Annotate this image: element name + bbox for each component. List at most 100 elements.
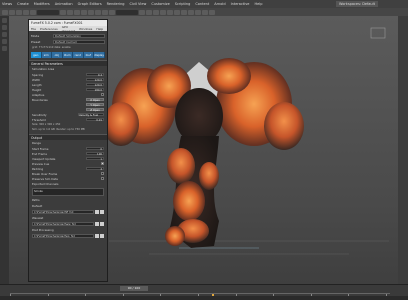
exported-channels-label: Exported Channels <box>32 182 59 186</box>
filter-icon[interactable] <box>2 32 7 37</box>
param-value[interactable]: 120.0 <box>86 82 104 87</box>
select-by-name-icon[interactable] <box>67 9 73 15</box>
menu-animation[interactable]: Animation <box>55 0 73 8</box>
layer-icon[interactable] <box>181 9 187 15</box>
panel-menu-windows[interactable]: Windows <box>79 27 92 31</box>
reference-coord-dropdown[interactable] <box>116 9 138 15</box>
status-bar <box>0 296 408 300</box>
curve-editor-icon[interactable] <box>188 9 194 15</box>
tab-illum[interactable]: illum <box>62 52 74 58</box>
tab-ibuf[interactable]: ibuf <box>83 52 95 58</box>
browse-icon[interactable] <box>100 222 104 226</box>
sort-icon[interactable] <box>2 39 7 44</box>
move-icon[interactable] <box>88 9 94 15</box>
tab-gen[interactable]: gen <box>31 52 42 58</box>
rect-select-icon[interactable] <box>74 9 80 15</box>
wavelet-path-field[interactable]: C:\FumeFX\Cache\project\ww_fxd <box>32 222 94 226</box>
explorer-icon[interactable] <box>2 18 7 23</box>
adaptive-checkbox[interactable] <box>100 92 104 97</box>
menu-create[interactable]: Create <box>17 0 29 8</box>
preview-cue-checkbox[interactable] <box>100 161 104 166</box>
output-title: Output <box>31 135 43 140</box>
material-editor-icon[interactable] <box>195 9 201 15</box>
pivot-icon[interactable] <box>139 9 145 15</box>
undo-icon[interactable] <box>2 9 8 15</box>
panel-menu-gpu-viewport[interactable]: GPU Viewport <box>62 25 75 33</box>
window-crossing-icon[interactable] <box>81 9 87 15</box>
right-command-strip <box>398 16 408 284</box>
align-icon[interactable] <box>174 9 180 15</box>
tab-display[interactable]: display <box>94 52 106 58</box>
layer-explorer-icon[interactable] <box>2 25 7 30</box>
default-path-field[interactable]: C:\FumeFX\Cache\project\ff_fxd <box>32 210 94 214</box>
folder-icon[interactable] <box>95 210 99 214</box>
workspace-dropdown[interactable]: Workspaces: Default <box>335 1 378 7</box>
menu-customize[interactable]: Customize <box>151 0 169 8</box>
menu-rendering[interactable]: Rendering <box>107 0 125 8</box>
param-value[interactable]: 0.4 <box>86 72 104 77</box>
tab-obj[interactable]: obj <box>52 52 63 58</box>
mode-dropdown[interactable]: Default Simulation <box>53 34 105 38</box>
start-frame-field[interactable]: 0 <box>86 146 104 151</box>
menu-help[interactable]: Help <box>254 0 262 8</box>
preserve-checkbox[interactable] <box>100 176 104 181</box>
boundary-x-button[interactable]: X Open <box>86 97 104 102</box>
exported-channels-list[interactable]: Smoke <box>32 188 104 196</box>
folder-icon[interactable] <box>95 234 99 238</box>
menu-scripting[interactable]: Scripting <box>175 0 191 8</box>
percent-snap-icon[interactable] <box>160 9 166 15</box>
menu-modifiers[interactable]: Modifiers <box>34 0 50 8</box>
menu-views[interactable]: Views <box>2 0 12 8</box>
panel-menu-help[interactable]: Help <box>96 27 103 31</box>
mirror-icon[interactable] <box>167 9 173 15</box>
threshold-field[interactable]: 0.01 <box>86 117 104 122</box>
redo-icon[interactable] <box>9 9 15 15</box>
param-label: Boundaries <box>32 97 48 102</box>
link-icon[interactable] <box>16 9 22 15</box>
render-icon[interactable] <box>209 9 215 15</box>
break-over-checkbox[interactable] <box>100 171 104 176</box>
param-value[interactable]: 180.0 <box>86 87 104 92</box>
unlink-icon[interactable] <box>23 9 29 15</box>
param-value[interactable]: 120.0 <box>86 77 104 82</box>
browse-icon[interactable] <box>100 210 104 214</box>
tab-sim[interactable]: sim <box>41 52 53 58</box>
render-setup-icon[interactable] <box>202 9 208 15</box>
snap-icon[interactable] <box>146 9 152 15</box>
boundary-z-button[interactable]: Z Open <box>86 107 104 112</box>
param-row: Sensitivity Velocity & Fuel <box>29 112 107 117</box>
selection-filter-dropdown[interactable] <box>37 9 59 15</box>
viewport-update-field[interactable]: 1 <box>86 156 104 161</box>
folder-icon[interactable] <box>95 222 99 226</box>
panel-menu-preferences[interactable]: Preferences <box>40 27 58 31</box>
menu-graph-editors[interactable]: Graph Editors <box>78 0 102 8</box>
menu-civil-view[interactable]: Civil View <box>130 0 147 8</box>
select-icon[interactable] <box>60 9 66 15</box>
find-icon[interactable] <box>2 46 7 51</box>
range-row-label: Preview Cue <box>32 161 50 166</box>
boundary-y-button[interactable]: Y Open <box>86 102 104 107</box>
bind-icon[interactable] <box>30 9 36 15</box>
rotate-icon[interactable] <box>95 9 101 15</box>
menu-interactive[interactable]: Interactive <box>231 0 250 8</box>
angle-snap-icon[interactable] <box>153 9 159 15</box>
left-tool-strip <box>0 16 9 284</box>
panel-menu-file[interactable]: File <box>31 27 36 31</box>
param-row: Threshold 0.01 <box>29 117 107 122</box>
menu-arnold[interactable]: Arnold <box>214 0 225 8</box>
time-slider[interactable]: 90 / 100 <box>120 286 148 291</box>
grid-info: grid: 77x77x110 data: enable <box>32 46 71 49</box>
param-label: Height <box>32 87 42 92</box>
preset-dropdown[interactable]: Default Cached <box>53 40 105 44</box>
end-frame-field[interactable]: 100 <box>86 151 104 156</box>
menu-content[interactable]: Content <box>195 0 209 8</box>
post-path-field[interactable]: C:\FumeFX\Cache\project\pp_fxd <box>32 234 94 238</box>
sensitivity-dropdown[interactable]: Velocity & Fuel <box>78 112 104 117</box>
placement-icon[interactable] <box>109 9 115 15</box>
padding-field[interactable]: 4 <box>86 166 104 171</box>
browse-icon[interactable] <box>100 234 104 238</box>
scale-icon[interactable] <box>102 9 108 15</box>
param-label: Threshold <box>32 117 46 122</box>
tab-rend[interactable]: rend <box>73 52 84 58</box>
param-row: Length 120.0 <box>29 82 107 87</box>
